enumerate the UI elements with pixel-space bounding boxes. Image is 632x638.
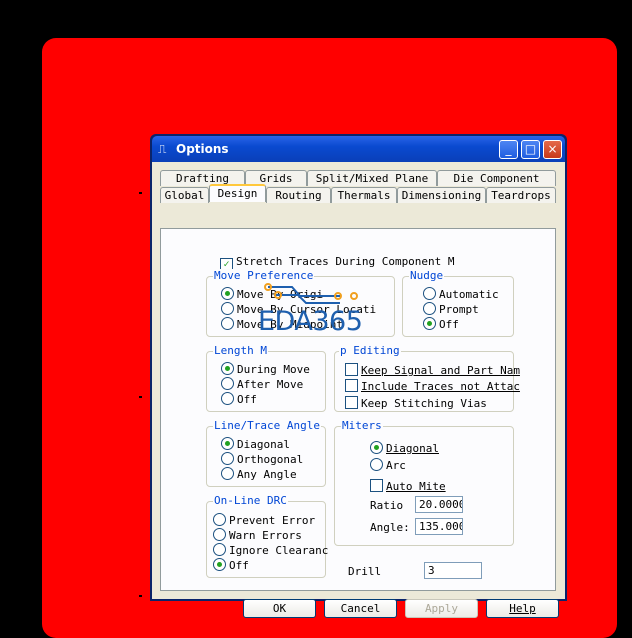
radio-icon: [221, 467, 234, 480]
miters-group: Miters Diagonal Arc Auto Mite Ratio 20.0…: [334, 419, 514, 546]
radio-selected-icon: [370, 441, 383, 454]
watermark-logo-icon: [264, 283, 358, 304]
dialog-client: Drafting Grids Split/Mixed Plane Die Com…: [152, 162, 565, 618]
online-drc-group: On-Line DRC Prevent Error Warn Errors Ig…: [206, 494, 328, 578]
nudge-group: Nudge Automatic Prompt Off: [402, 269, 514, 337]
keep-signal-checkbox[interactable]: Keep Signal and Part Nam: [345, 363, 520, 377]
radio-icon: [221, 452, 234, 465]
group-label: Length M: [213, 344, 268, 358]
tab-die-component[interactable]: Die Component: [437, 170, 556, 186]
length-minimization-group: Length M During Move After Move Off: [206, 344, 326, 412]
apply-button[interactable]: Apply: [405, 599, 478, 618]
tab-global[interactable]: Global: [160, 187, 209, 203]
ratio-input[interactable]: 20.0000: [415, 496, 463, 513]
group-label: Move Preference: [213, 269, 315, 283]
radio-ignore-clearance[interactable]: Ignore Clearanc: [213, 543, 328, 557]
radio-selected-icon: [221, 437, 234, 450]
radio-nudge-automatic[interactable]: Automatic: [423, 287, 499, 301]
radio-icon: [221, 377, 234, 390]
radio-any-angle[interactable]: Any Angle: [221, 467, 297, 481]
tab-split-mixed-plane[interactable]: Split/Mixed Plane: [307, 170, 437, 186]
close-button[interactable]: ×: [543, 140, 562, 159]
title-bar[interactable]: ⎍ Options _ □ ×: [152, 136, 565, 162]
edge-mark: [139, 192, 142, 194]
radio-icon: [423, 302, 436, 315]
drill-label: Drill: [348, 565, 382, 578]
radio-selected-icon: [423, 317, 436, 330]
radio-icon: [423, 287, 436, 300]
group-editing-group: p Editing Keep Signal and Part Nam Inclu…: [334, 344, 520, 412]
radio-orthogonal[interactable]: Orthogonal: [221, 452, 303, 466]
radio-drc-off[interactable]: Off: [213, 558, 249, 572]
group-label: p Editing: [339, 344, 401, 358]
radio-selected-icon: [221, 362, 234, 375]
radio-selected-icon: [221, 287, 234, 300]
radio-icon: [221, 302, 234, 315]
app-icon: ⎍: [158, 142, 167, 156]
group-label: On-Line DRC: [213, 494, 288, 508]
radio-diagonal[interactable]: Diagonal: [221, 437, 290, 451]
checkbox-icon: [345, 363, 358, 376]
radio-icon: [213, 543, 226, 556]
tab-teardrops[interactable]: Teardrops: [486, 187, 556, 203]
line-trace-angle-group: Line/Trace Angle Diagonal Orthogonal Any…: [206, 419, 326, 487]
tab-design[interactable]: Design: [209, 184, 266, 202]
minimize-button[interactable]: _: [499, 140, 518, 159]
ok-button[interactable]: OK: [243, 599, 316, 618]
tab-routing[interactable]: Routing: [266, 187, 331, 203]
angle-label: Angle:: [370, 521, 410, 534]
drill-input[interactable]: 3: [424, 562, 482, 579]
help-button[interactable]: Help: [486, 599, 559, 618]
radio-icon: [213, 528, 226, 541]
radio-icon: [221, 317, 234, 330]
window-title: Options: [176, 142, 229, 156]
radio-miter-arc[interactable]: Arc: [370, 458, 406, 472]
maximize-button[interactable]: □: [521, 140, 540, 159]
include-traces-checkbox[interactable]: Include Traces not Attac: [345, 379, 520, 393]
options-dialog: ⎍ Options _ □ × Drafting Grids Split/Mix…: [150, 134, 567, 618]
tab-thermals[interactable]: Thermals: [331, 187, 397, 203]
group-label: Nudge: [409, 269, 445, 283]
angle-input[interactable]: 135.0000: [415, 518, 463, 535]
group-label: Line/Trace Angle: [213, 419, 321, 433]
auto-miter-checkbox[interactable]: Auto Mite: [370, 479, 446, 493]
edge-mark: [139, 396, 142, 398]
radio-icon: [370, 458, 383, 471]
radio-icon: [221, 392, 234, 405]
checkbox-icon: [370, 479, 383, 492]
radio-prevent-error[interactable]: Prevent Error: [213, 513, 315, 527]
radio-nudge-prompt[interactable]: Prompt: [423, 302, 479, 316]
tab-dimensioning[interactable]: Dimensioning: [397, 187, 486, 203]
group-label: Miters: [341, 419, 383, 433]
radio-after-move[interactable]: After Move: [221, 377, 303, 391]
radio-nudge-off[interactable]: Off: [423, 317, 459, 331]
radio-icon: [213, 513, 226, 526]
keep-stitching-vias-checkbox[interactable]: Keep Stitching Vias: [345, 396, 487, 410]
checkbox-icon: [345, 396, 358, 409]
radio-miter-diagonal[interactable]: Diagonal: [370, 441, 439, 455]
checkbox-icon: [345, 379, 358, 392]
watermark-text: EDA365: [258, 306, 363, 337]
ratio-label: Ratio: [370, 499, 404, 512]
radio-warn-errors[interactable]: Warn Errors: [213, 528, 302, 542]
cancel-button[interactable]: Cancel: [324, 599, 397, 618]
radio-selected-icon: [213, 558, 226, 571]
radio-during-move[interactable]: During Move: [221, 362, 310, 376]
edge-mark: [139, 595, 142, 597]
radio-length-off[interactable]: Off: [221, 392, 257, 406]
